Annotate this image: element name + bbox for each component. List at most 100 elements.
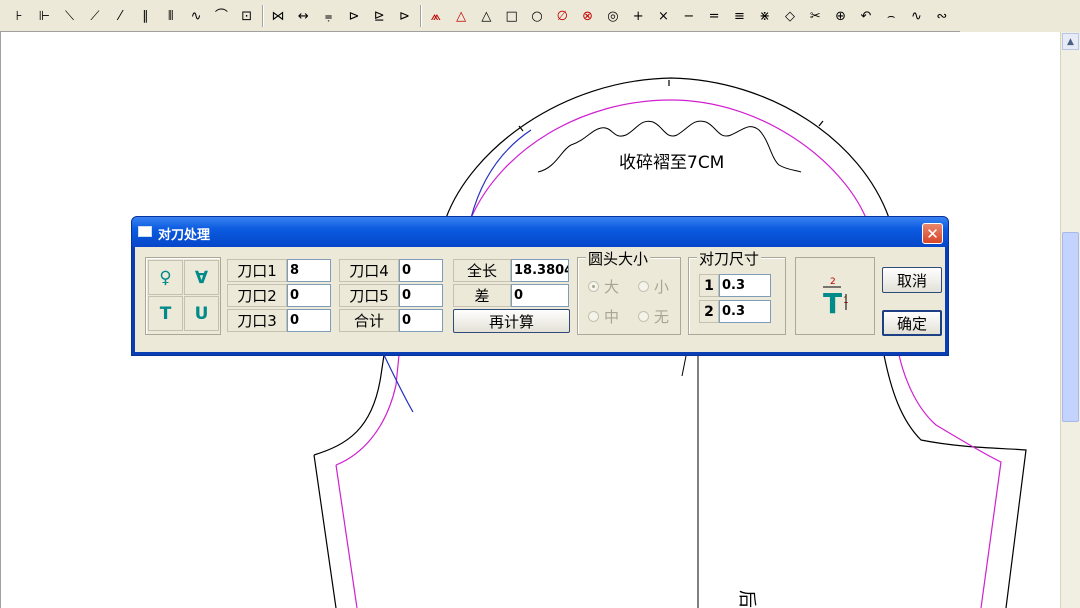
notch5-label: 刀口5 bbox=[339, 284, 399, 307]
tool-box-icon[interactable]: ⊡ bbox=[236, 5, 258, 27]
tool-diagonal-icon[interactable]: ⟍ bbox=[59, 5, 81, 27]
dialog-body: ♀ ∀ T U 刀口1 8 刀口2 0 刀口3 0 刀口4 0 刀口5 0 合计… bbox=[135, 247, 945, 352]
toolbar: ⊦ ⊩ ⟍ ⟋ ⁄ ∥ ⦀ ∿ ⌒ ⊡ ⋈ ↔ ⩦ ⊳ ⊵ ⊳ ⩕ △ △ □ ○ ∅ ⊗ ◎ + × − = ≡ ⋇ ◇ ✂ ⊕ ↶ ⌢ ∿ ∾ bbox=[0, 0, 1080, 32]
shape-key-button[interactable]: ♀ bbox=[148, 260, 183, 295]
notch4-input[interactable]: 0 bbox=[399, 259, 443, 282]
diff-input[interactable]: 0 bbox=[511, 284, 569, 307]
gather-annotation: 收碎褶至7CM bbox=[619, 153, 724, 173]
dialog-title: 对刀处理 bbox=[158, 228, 211, 243]
side-label: 后 bbox=[736, 590, 757, 608]
tool-red-triangle-mark-icon[interactable]: ⩕ bbox=[425, 5, 447, 27]
round-large-label: 大 bbox=[604, 277, 620, 296]
shape-v-button[interactable]: ∀ bbox=[184, 260, 219, 295]
toolbar-empty-area bbox=[960, 0, 1080, 32]
tool-plus-icon[interactable]: + bbox=[627, 5, 649, 27]
dialog-titlebar[interactable]: 对刀处理 ✕ bbox=[132, 217, 948, 247]
toolbar-separator bbox=[419, 5, 422, 27]
round-medium-label: 中 bbox=[604, 307, 620, 326]
tool-circle-icon[interactable]: ○ bbox=[526, 5, 548, 27]
tool-measure-icon[interactable]: ↔ bbox=[292, 5, 314, 27]
tool-line-start-icon[interactable]: ⊦ bbox=[8, 5, 30, 27]
notch-shape-group: ♀ ∀ T U bbox=[145, 257, 221, 335]
round-head-group: 圆头大小 大 小 中 无 bbox=[577, 248, 681, 335]
close-button[interactable]: ✕ bbox=[922, 223, 943, 244]
tool-curve-icon[interactable]: ⌢ bbox=[880, 5, 902, 27]
notch2-label: 刀口2 bbox=[227, 284, 287, 307]
sum-input[interactable]: 0 bbox=[399, 309, 443, 332]
tool-square-icon[interactable]: □ bbox=[501, 5, 523, 27]
chevron-up-icon: ▲ bbox=[1067, 36, 1074, 47]
tool-scissors-icon[interactable]: ✂ bbox=[804, 5, 826, 27]
tool-wave-icon[interactable]: ∿ bbox=[185, 5, 207, 27]
tool-dart-icon[interactable]: ⋈ bbox=[267, 5, 289, 27]
notch3-label: 刀口3 bbox=[227, 309, 287, 332]
notch-fields: 刀口1 8 刀口2 0 刀口3 0 刀口4 0 刀口5 0 合计 0 全长 18… bbox=[227, 257, 570, 335]
scroll-up-button[interactable]: ▲ bbox=[1062, 33, 1079, 50]
tool-notch-right-icon[interactable]: ⊳ bbox=[343, 5, 365, 27]
tool-target-icon[interactable]: ◎ bbox=[602, 5, 624, 27]
tool-slash-icon[interactable]: ⁄ bbox=[109, 5, 131, 27]
ok-button[interactable]: 确定 bbox=[882, 310, 942, 336]
radio-dot-icon bbox=[588, 310, 599, 322]
round-small-radio[interactable]: 小 bbox=[638, 276, 669, 296]
tool-diamond-icon[interactable]: ◇ bbox=[779, 5, 801, 27]
tool-cross-icon[interactable]: × bbox=[653, 5, 675, 27]
notch-size-group: 对刀尺寸 1 0.3 2 0.3 bbox=[688, 248, 786, 335]
round-head-legend: 圆头大小 bbox=[586, 248, 651, 269]
notch1-label: 刀口1 bbox=[227, 259, 287, 282]
sum-label: 合计 bbox=[339, 309, 399, 332]
notch5-input[interactable]: 0 bbox=[399, 284, 443, 307]
tool-triple-line-icon[interactable]: ⦀ bbox=[160, 5, 182, 27]
tool-seam-icon[interactable]: ⩦ bbox=[318, 5, 340, 27]
key-shape-icon: ♀ bbox=[159, 267, 172, 288]
tool-triangle-icon[interactable]: △ bbox=[475, 5, 497, 27]
tool-loops-icon[interactable]: ∾ bbox=[931, 5, 953, 27]
cancel-button[interactable]: 取消 bbox=[882, 267, 942, 293]
u-shape-icon: U bbox=[194, 303, 209, 324]
tool-star-cross-icon[interactable]: ⋇ bbox=[754, 5, 776, 27]
tool-circle-cross-icon[interactable]: ⊗ bbox=[577, 5, 599, 27]
diff-label: 差 bbox=[453, 284, 511, 307]
short-tick bbox=[681, 355, 687, 377]
notch-dialog: 对刀处理 ✕ ♀ ∀ T U 刀口1 8 刀口2 0 刀口3 0 刀口4 0 刀… bbox=[131, 216, 949, 356]
vertical-scrollbar[interactable]: ▲ bbox=[1060, 32, 1080, 608]
shape-u-button[interactable]: U bbox=[184, 296, 219, 331]
scroll-thumb[interactable] bbox=[1062, 232, 1079, 422]
size-1-input[interactable]: 0.3 bbox=[719, 274, 771, 297]
notch2-input[interactable]: 0 bbox=[287, 284, 331, 307]
tool-circle-slash-icon[interactable]: ∅ bbox=[551, 5, 573, 27]
tool-red-triangle-icon[interactable]: △ bbox=[450, 5, 472, 27]
tool-notch-double-icon[interactable]: ⊳ bbox=[394, 5, 416, 27]
radio-dot-icon bbox=[588, 280, 599, 292]
tool-arc-icon[interactable]: ⌒ bbox=[210, 5, 232, 27]
preview-letter: T bbox=[823, 287, 842, 320]
total-length-input[interactable]: 18.3804 bbox=[511, 259, 569, 282]
shape-t-button[interactable]: T bbox=[148, 296, 183, 331]
preview-top-mark: 2 bbox=[830, 277, 836, 287]
total-length-label: 全长 bbox=[453, 259, 511, 282]
tool-curve-left-icon[interactable]: ↶ bbox=[855, 5, 877, 27]
tool-minus-icon[interactable]: − bbox=[678, 5, 700, 27]
tool-zigzag-icon[interactable]: ∿ bbox=[906, 5, 928, 27]
round-large-radio[interactable]: 大 bbox=[588, 276, 619, 296]
tool-equals-icon[interactable]: = bbox=[703, 5, 725, 27]
size-index-2: 2 bbox=[699, 300, 719, 323]
notch-mark bbox=[818, 120, 824, 127]
size-2-input[interactable]: 0.3 bbox=[719, 300, 771, 323]
notch3-input[interactable]: 0 bbox=[287, 309, 331, 332]
tool-triple-bar-icon[interactable]: ≡ bbox=[728, 5, 750, 27]
tool-parallel-icon[interactable]: ⊩ bbox=[33, 5, 55, 27]
round-medium-radio[interactable]: 中 bbox=[588, 306, 619, 326]
notch1-input[interactable]: 8 bbox=[287, 259, 331, 282]
tool-slant-icon[interactable]: ⟋ bbox=[84, 5, 106, 27]
tool-crosshair-icon[interactable]: ⊕ bbox=[830, 5, 852, 27]
window-icon bbox=[138, 226, 152, 237]
round-none-label: 无 bbox=[654, 307, 670, 326]
recalc-button[interactable]: 再计算 bbox=[453, 309, 570, 333]
round-none-radio[interactable]: 无 bbox=[638, 306, 669, 326]
tool-double-line-icon[interactable]: ∥ bbox=[135, 5, 157, 27]
tool-notch-icon[interactable]: ⊵ bbox=[368, 5, 390, 27]
notch-size-legend: 对刀尺寸 bbox=[697, 248, 762, 269]
size-index-1: 1 bbox=[699, 274, 719, 297]
v-shape-icon: ∀ bbox=[194, 267, 209, 288]
